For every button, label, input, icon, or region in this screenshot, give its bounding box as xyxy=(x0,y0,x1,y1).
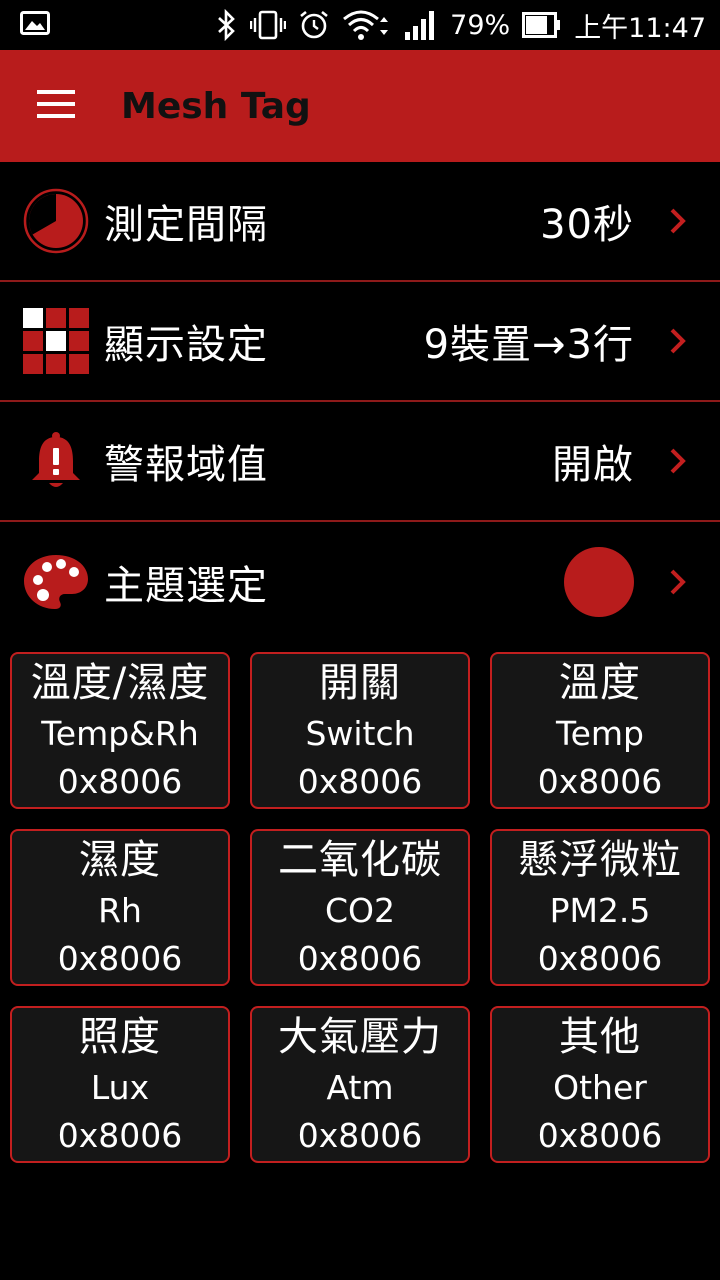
device-name-en: CO2 xyxy=(324,890,395,930)
device-name-en: Lux xyxy=(90,1067,150,1107)
device-address: 0x8006 xyxy=(297,761,423,801)
device-address: 0x8006 xyxy=(297,938,423,978)
device-name-en: Switch xyxy=(305,713,415,753)
device-card-other[interactable]: 其他 Other 0x8006 xyxy=(490,1006,710,1163)
interval-value: 30秒 xyxy=(540,202,634,248)
device-name-en: Atm xyxy=(326,1067,394,1107)
device-card-rh[interactable]: 濕度 Rh 0x8006 xyxy=(10,829,230,986)
device-card-pm25[interactable]: 懸浮微粒 PM2.5 0x8006 xyxy=(490,829,710,986)
chevron-right-icon xyxy=(658,441,698,481)
vibrate-icon xyxy=(250,9,287,41)
battery-percent: 79% xyxy=(450,9,511,41)
device-card-switch[interactable]: 開關 Switch 0x8006 xyxy=(250,652,470,809)
chevron-right-icon xyxy=(658,562,698,602)
battery-icon xyxy=(522,12,562,38)
pie-clock-icon xyxy=(23,188,89,254)
settings-row-theme[interactable]: 主題選定 xyxy=(0,522,720,642)
settings-row-display[interactable]: 顯示設定 9裝置→3行 xyxy=(0,282,720,402)
app-title: Mesh Tag xyxy=(121,85,311,127)
hamburger-icon xyxy=(37,90,75,122)
theme-color-swatch[interactable] xyxy=(564,547,634,617)
gallery-notification-icon xyxy=(20,11,50,39)
device-address: 0x8006 xyxy=(537,938,663,978)
device-name-zh: 濕度 xyxy=(79,836,161,883)
bell-alert-icon xyxy=(23,428,89,494)
palette-icon xyxy=(23,549,89,615)
device-name-zh: 溫度 xyxy=(559,659,641,706)
settings-row-label: 警報域值 xyxy=(104,442,268,488)
device-address: 0x8006 xyxy=(57,761,183,801)
device-address: 0x8006 xyxy=(537,1115,663,1155)
device-name-zh: 二氧化碳 xyxy=(278,836,442,883)
device-address: 0x8006 xyxy=(537,761,663,801)
settings-row-alarm[interactable]: 警報域值 開啟 xyxy=(0,402,720,522)
settings-row-label: 顯示設定 xyxy=(104,322,268,368)
device-name-zh: 照度 xyxy=(79,1013,161,1060)
device-name-en: Other xyxy=(553,1067,647,1107)
device-card-atm[interactable]: 大氣壓力 Atm 0x8006 xyxy=(250,1006,470,1163)
device-name-en: Rh xyxy=(98,890,142,930)
device-name-en: Temp xyxy=(556,713,644,753)
device-name-zh: 溫度/濕度 xyxy=(30,659,210,706)
device-address: 0x8006 xyxy=(57,1115,183,1155)
device-name-zh: 其他 xyxy=(559,1013,641,1060)
settings-row-label: 測定間隔 xyxy=(104,202,268,248)
display-value: 9裝置→3行 xyxy=(423,322,634,368)
app-screen: 79% 上午11:47 Mesh Tag 測定間隔 30秒 顯示設定 9裝置→3… xyxy=(0,0,720,1280)
alarm-icon xyxy=(298,9,330,41)
app-bar: Mesh Tag xyxy=(0,50,720,162)
device-card-lux[interactable]: 照度 Lux 0x8006 xyxy=(10,1006,230,1163)
device-card-temp-rh[interactable]: 溫度/濕度 Temp&Rh 0x8006 xyxy=(10,652,230,809)
device-name-en: Temp&Rh xyxy=(41,713,199,753)
settings-list: 測定間隔 30秒 顯示設定 9裝置→3行 警報域值 開啟 主題選定 xyxy=(0,162,720,642)
signal-icon xyxy=(404,10,438,40)
alarm-value: 開啟 xyxy=(552,442,634,488)
device-name-zh: 大氣壓力 xyxy=(278,1013,442,1060)
device-address: 0x8006 xyxy=(297,1115,423,1155)
device-name-zh: 開關 xyxy=(319,659,401,706)
device-grid: 溫度/濕度 Temp&Rh 0x8006 開關 Switch 0x8006 溫度… xyxy=(10,652,710,1163)
grid-layout-icon xyxy=(23,308,89,374)
device-card-temp[interactable]: 溫度 Temp 0x8006 xyxy=(490,652,710,809)
bluetooth-icon xyxy=(216,9,238,41)
clock: 上午11:47 xyxy=(574,12,706,44)
device-card-co2[interactable]: 二氧化碳 CO2 0x8006 xyxy=(250,829,470,986)
menu-button[interactable] xyxy=(0,50,112,162)
status-bar: 79% 上午11:47 xyxy=(0,0,720,50)
chevron-right-icon xyxy=(658,201,698,241)
settings-row-label: 主題選定 xyxy=(104,563,268,609)
device-name-en: PM2.5 xyxy=(549,890,651,930)
chevron-right-icon xyxy=(658,321,698,361)
device-name-zh: 懸浮微粒 xyxy=(518,836,682,883)
device-address: 0x8006 xyxy=(57,938,183,978)
settings-row-interval[interactable]: 測定間隔 30秒 xyxy=(0,162,720,282)
wifi-icon xyxy=(342,9,392,41)
